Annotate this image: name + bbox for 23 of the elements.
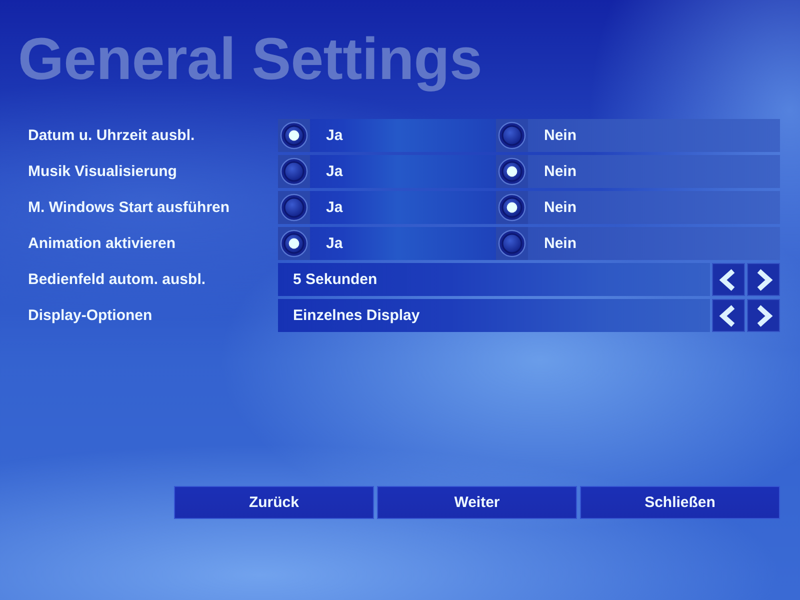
value-display: 5 Sekunden <box>278 263 710 296</box>
dialog-button[interactable]: Weiter <box>377 486 577 519</box>
setting-label: Display-Optionen <box>28 307 152 324</box>
value-display: Einzelnes Display <box>278 299 710 332</box>
radio-option[interactable]: Ja <box>278 155 496 188</box>
next-button[interactable] <box>747 263 780 296</box>
radio-option[interactable]: Nein <box>496 191 780 224</box>
dialog-button[interactable]: Schließen <box>580 486 780 519</box>
previous-button[interactable] <box>712 299 745 332</box>
radio-option[interactable]: Nein <box>496 119 780 152</box>
radio-option[interactable]: Ja <box>278 191 496 224</box>
dialog-button[interactable]: Zurück <box>174 486 374 519</box>
setting-label: Musik Visualisierung <box>28 163 177 180</box>
radio-option[interactable]: Nein <box>496 155 780 188</box>
setting-label: Datum u. Uhrzeit ausbl. <box>28 127 195 144</box>
radio-option[interactable]: Nein <box>496 227 780 260</box>
setting-label: M. Windows Start ausführen <box>28 199 230 216</box>
radio-option[interactable]: Ja <box>278 119 496 152</box>
radio-option[interactable]: Ja <box>278 227 496 260</box>
previous-button[interactable] <box>712 263 745 296</box>
next-button[interactable] <box>747 299 780 332</box>
setting-label: Bedienfeld autom. ausbl. <box>28 271 206 288</box>
setting-label: Animation aktivieren <box>28 235 176 252</box>
